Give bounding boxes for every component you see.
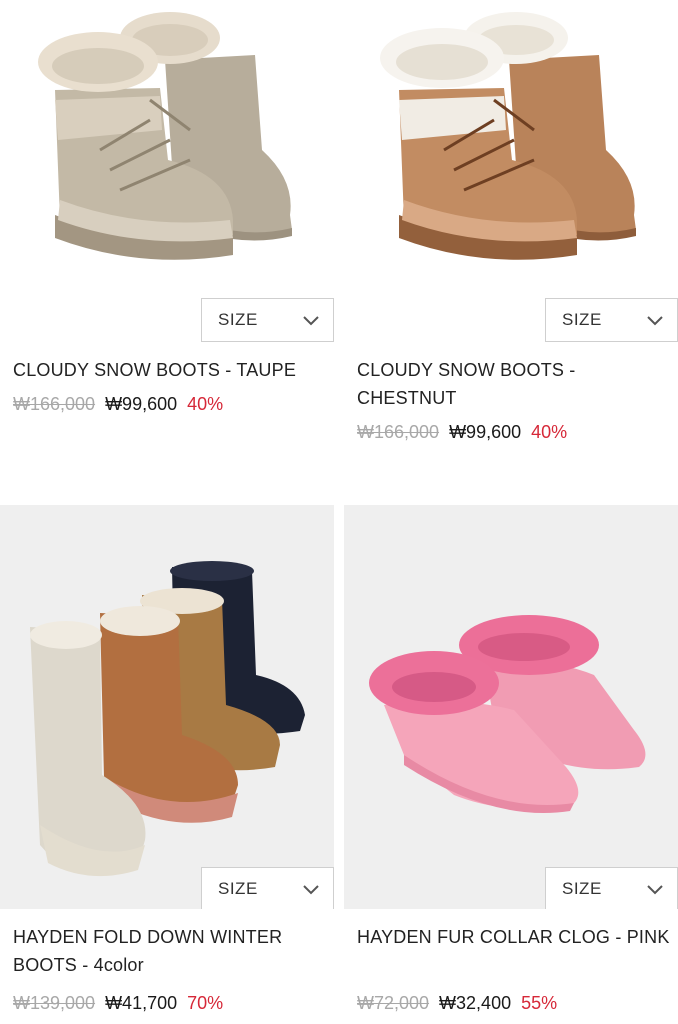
product-image-hayden-fold-down-boots[interactable]: SIZE: [0, 505, 334, 909]
size-select[interactable]: SIZE: [545, 298, 678, 342]
product-name[interactable]: CLOUDY SNOW BOOTS - TAUPE: [13, 356, 328, 384]
discount-percent: 70%: [187, 993, 224, 1013]
product-image-taupe-snow-boots[interactable]: SIZE: [0, 0, 334, 344]
discount-percent: 55%: [521, 993, 558, 1013]
sale-price: ₩32,400: [439, 993, 512, 1013]
size-select[interactable]: SIZE: [545, 867, 678, 909]
product-card[interactable]: SIZE HAYDEN FUR COLLAR CLOG - PINK ₩72,0…: [344, 505, 678, 1013]
product-card[interactable]: SIZE CLOUDY SNOW BOOTS - CHESTNUT ₩166,0…: [344, 0, 678, 442]
chevron-down-icon: [303, 885, 319, 895]
product-image-hayden-fur-collar-clog[interactable]: SIZE: [344, 505, 678, 909]
boot-illustration: [38, 12, 292, 260]
boot-illustration: [380, 12, 636, 260]
product-image-chestnut-snow-boots[interactable]: SIZE: [344, 0, 678, 344]
price-row: ₩72,000 ₩32,400 55%: [357, 990, 557, 1016]
size-select-label: SIZE: [562, 879, 602, 898]
sale-price: ₩99,600: [105, 394, 178, 414]
price-row: ₩166,000 ₩99,600 40%: [357, 419, 567, 445]
sale-price: ₩41,700: [105, 993, 178, 1013]
product-name[interactable]: HAYDEN FUR COLLAR CLOG - PINK: [357, 923, 672, 951]
clog-illustration: [369, 615, 646, 814]
chevron-down-icon: [647, 885, 663, 895]
size-select[interactable]: SIZE: [201, 298, 334, 342]
size-select-label: SIZE: [218, 879, 258, 898]
original-price: ₩72,000: [357, 993, 430, 1013]
price-row: ₩166,000 ₩99,600 40%: [13, 391, 223, 417]
product-name[interactable]: CLOUDY SNOW BOOTS - CHESTNUT: [357, 356, 672, 412]
size-select-label: SIZE: [218, 310, 258, 329]
original-price: ₩139,000: [13, 993, 96, 1013]
price-row: ₩139,000 ₩41,700 70%: [13, 990, 223, 1016]
chevron-down-icon: [647, 316, 663, 326]
size-select[interactable]: SIZE: [201, 867, 334, 909]
original-price: ₩166,000: [357, 422, 440, 442]
product-card[interactable]: SIZE CLOUDY SNOW BOOTS - TAUPE ₩166,000 ₩…: [0, 0, 334, 414]
product-card[interactable]: SIZE HAYDEN FOLD DOWN WINTER BOOTS - 4co…: [0, 505, 334, 1013]
size-select-label: SIZE: [562, 310, 602, 329]
product-name[interactable]: HAYDEN FOLD DOWN WINTER BOOTS - 4color: [13, 923, 328, 979]
discount-percent: 40%: [531, 422, 568, 442]
chevron-down-icon: [303, 316, 319, 326]
sale-price: ₩99,600: [449, 422, 522, 442]
original-price: ₩166,000: [13, 394, 96, 414]
discount-percent: 40%: [187, 394, 224, 414]
boot-illustration: [30, 561, 305, 877]
